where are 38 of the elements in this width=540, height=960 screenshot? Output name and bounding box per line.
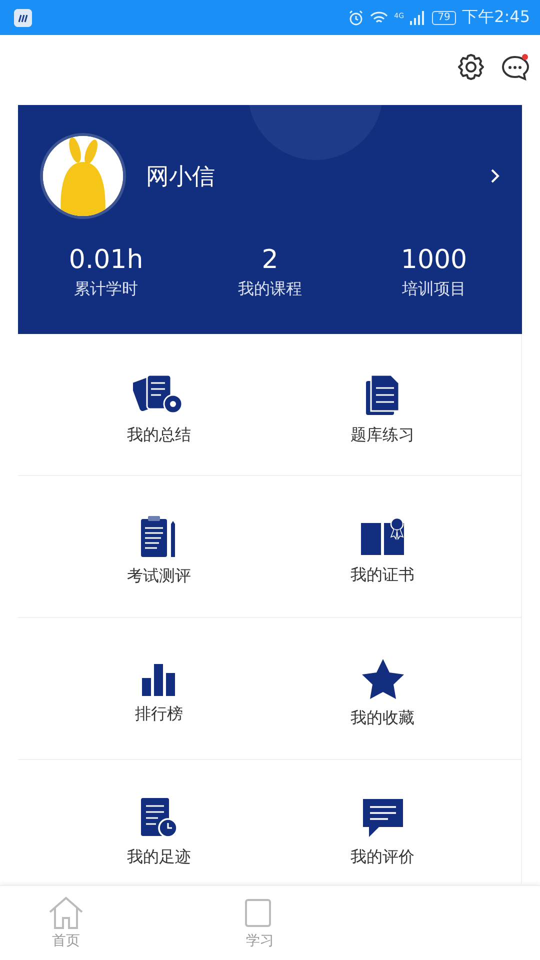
app-icon (14, 8, 32, 26)
menu-label: 我的总结 (127, 425, 191, 446)
stat-value: 0.01h (68, 245, 144, 275)
chat-icon[interactable] (500, 52, 530, 82)
message-icon (360, 797, 404, 839)
menu-label: 考试测评 (127, 566, 191, 587)
chevron-right-icon (490, 168, 500, 184)
profile-card[interactable]: 网小信 0.01h 累计学时 2 我的课程 1000 培训项目 (18, 105, 522, 334)
wifi-icon (370, 10, 388, 24)
menu-item[interactable]: 考试测评 (18, 476, 270, 618)
menu-item[interactable]: 我的收藏 (270, 618, 522, 760)
bar-chart-icon (141, 662, 177, 696)
stat-value: 2 (262, 245, 278, 275)
menu-label: 我的足迹 (127, 847, 191, 868)
menu-item[interactable]: 我的评价 (270, 760, 522, 885)
menu-item[interactable]: 排行榜 (18, 618, 270, 760)
star-icon (360, 658, 404, 700)
home-icon (48, 896, 84, 930)
alarm-icon (348, 10, 364, 26)
stat-label: 累计学时 (74, 279, 138, 300)
user-name: 网小信 (146, 162, 216, 192)
menu-label: 我的收藏 (350, 708, 414, 729)
signal-icon (410, 10, 426, 24)
menu-item[interactable]: 题库练习 (270, 334, 522, 476)
battery-level: 79 (432, 10, 456, 24)
certificate-book-icon (358, 517, 406, 557)
stat-value: 1000 (400, 245, 468, 275)
menu-item[interactable]: 我的总结 (18, 334, 270, 476)
menu-label: 我的证书 (350, 565, 414, 586)
menu-label: 题库练习 (350, 425, 414, 446)
menu-item[interactable]: 我的证书 (270, 476, 522, 618)
clock-time: 下午2:45 (462, 7, 530, 28)
menu-label: 排行榜 (135, 704, 183, 725)
menu-item[interactable]: 我的足迹 (18, 760, 270, 885)
settings-icon[interactable] (456, 52, 486, 82)
stat-label: 我的课程 (238, 279, 302, 300)
menu-label: 我的评价 (350, 847, 414, 868)
stat-label: 培训项目 (402, 279, 466, 300)
